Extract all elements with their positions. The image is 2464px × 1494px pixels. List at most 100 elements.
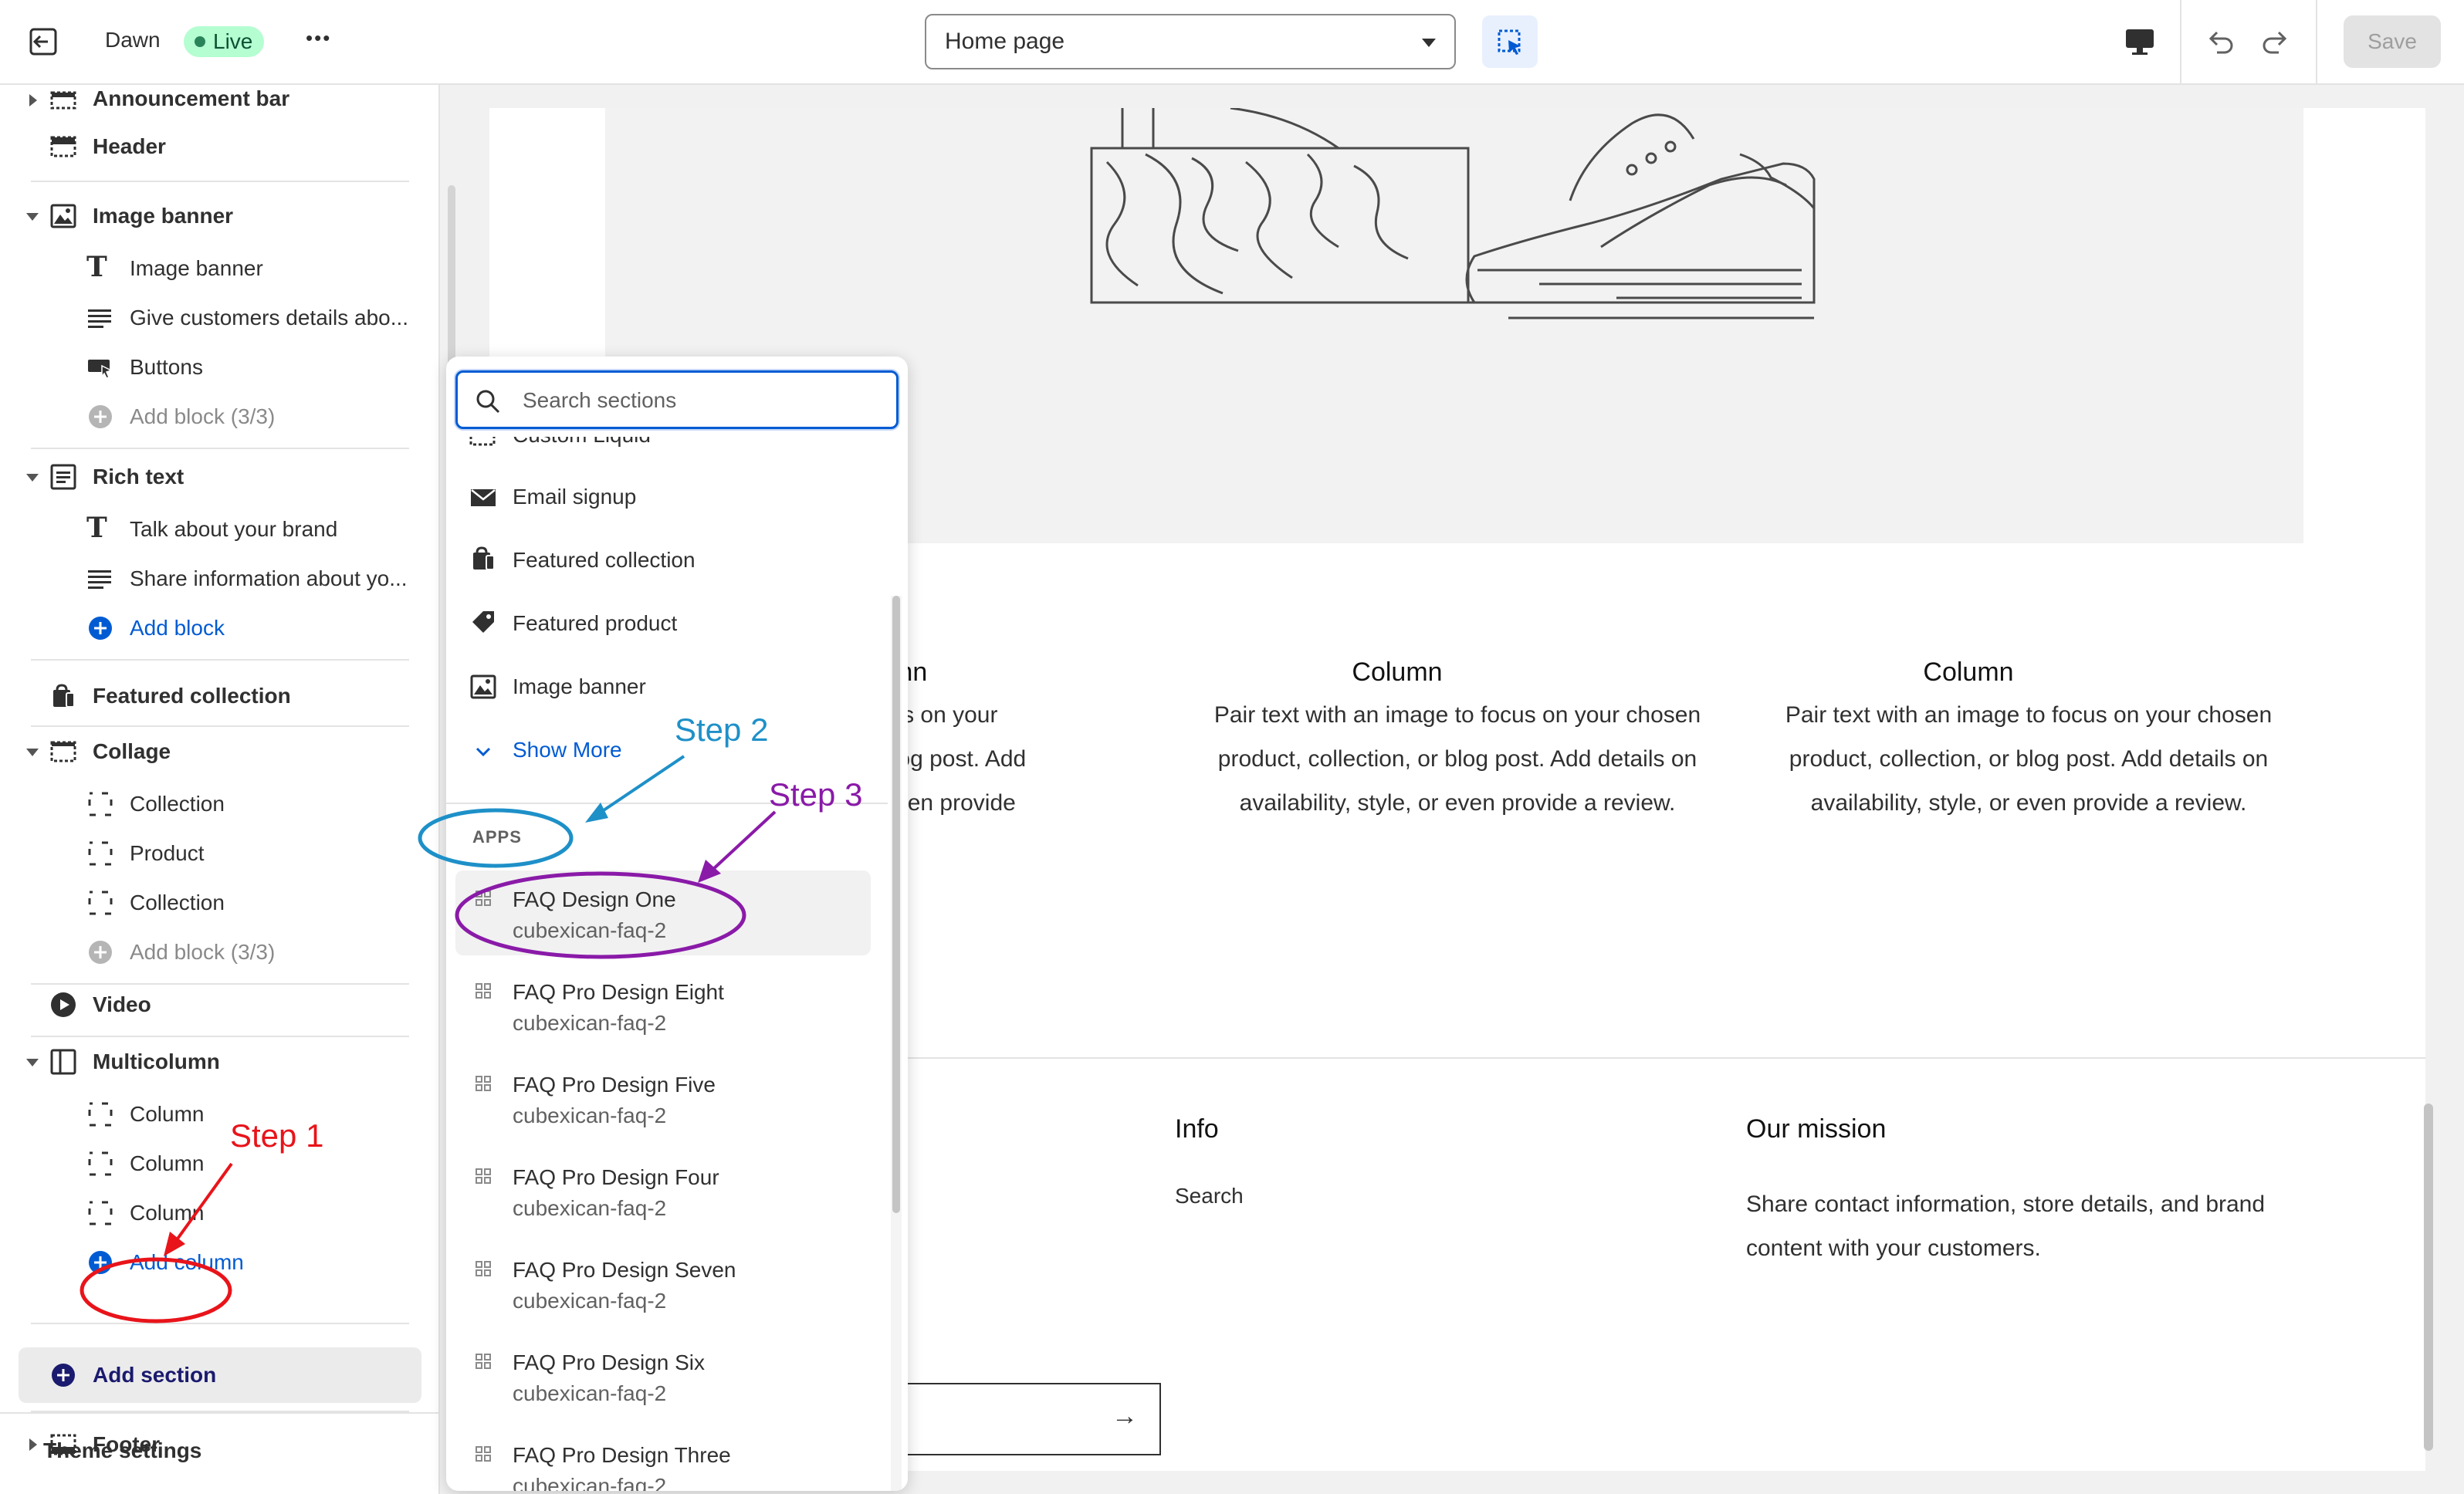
apps-heading: APPS	[472, 827, 522, 847]
app-item[interactable]: FAQ Design One cubexican-faq-2	[446, 870, 878, 955]
status-badge: Live	[184, 26, 264, 57]
block-product[interactable]: Product	[0, 830, 432, 877]
desktop-view-icon[interactable]	[2123, 25, 2157, 59]
add-block-button[interactable]: Add block (3/3)	[0, 394, 432, 440]
divider	[446, 432, 908, 437]
chevron-right-icon[interactable]	[29, 94, 37, 106]
section-featured-collection[interactable]: Featured collection	[0, 673, 432, 719]
block-image-banner[interactable]: T Image banner	[0, 245, 432, 292]
list-item-featured-product[interactable]: Featured product	[446, 599, 878, 648]
theme-name: Dawn	[105, 28, 161, 52]
app-item[interactable]: FAQ Pro Design Eight cubexican-faq-2	[446, 963, 878, 1048]
preview-scrollbar[interactable]	[2424, 1104, 2433, 1451]
list-item-custom-liquid[interactable]: Custom Liquid	[446, 434, 878, 455]
rich-text-icon	[50, 464, 76, 490]
list-item-email-signup[interactable]: Email signup	[446, 472, 878, 522]
paragraph-icon	[88, 570, 111, 589]
app-item[interactable]: FAQ Pro Design Seven cubexican-faq-2	[446, 1241, 878, 1326]
divider	[31, 1036, 409, 1037]
arrow-right-icon[interactable]: →	[1112, 1401, 1138, 1431]
envelope-icon	[471, 489, 496, 506]
page-select[interactable]: Home page	[925, 14, 1456, 69]
divider	[31, 725, 409, 727]
popover-scrollbar[interactable]	[892, 596, 900, 1213]
chevron-right-icon[interactable]	[29, 1438, 37, 1451]
chevron-down-icon[interactable]	[26, 749, 39, 756]
sections-sidebar: Announcement bar Header Image banner T I…	[0, 85, 440, 1494]
block-column[interactable]: Column	[0, 1091, 432, 1137]
undo-icon[interactable]	[2203, 25, 2237, 59]
plus-circle-icon	[89, 617, 112, 640]
block-text[interactable]: Share information about yo...	[0, 556, 432, 602]
multicolumn-icon	[50, 1049, 76, 1075]
divider	[31, 181, 409, 182]
more-actions-button[interactable]: •••	[306, 26, 331, 50]
chevron-down-icon	[476, 747, 491, 757]
tag-icon	[472, 611, 494, 633]
footer-info-heading: Info	[1175, 1114, 1219, 1144]
block-heading[interactable]: T Talk about your brand	[0, 506, 432, 553]
app-block-icon	[476, 891, 491, 906]
block-placeholder-icon	[88, 841, 113, 866]
theme-settings-link[interactable]: Theme settings	[43, 1438, 201, 1463]
plus-circle-icon	[89, 1251, 112, 1274]
section-announcement-bar[interactable]: Announcement bar	[0, 85, 432, 122]
plus-circle-icon	[52, 1364, 75, 1387]
chevron-down-icon	[1422, 39, 1436, 47]
divider	[2316, 0, 2317, 85]
add-section-label-row[interactable]: Add section	[0, 1352, 432, 1398]
list-item-image-banner[interactable]: Image banner	[446, 662, 878, 712]
step3-label: Step 3	[769, 776, 863, 813]
section-image-banner[interactable]: Image banner	[0, 193, 432, 239]
add-section-popover: Search sections Custom Liquid Email sign…	[446, 357, 908, 1491]
add-block-button[interactable]: Add block (3/3)	[0, 929, 432, 975]
collage-icon	[50, 741, 76, 762]
block-buttons[interactable]: Buttons	[0, 344, 432, 390]
list-item-featured-collection[interactable]: Featured collection	[446, 536, 878, 585]
search-input[interactable]: Search sections	[455, 370, 899, 429]
collection-icon	[53, 684, 75, 708]
section-video[interactable]: Video	[0, 982, 432, 1028]
chevron-down-icon[interactable]	[26, 474, 39, 482]
exit-icon[interactable]	[28, 26, 59, 57]
step2-label: Step 2	[675, 712, 769, 748]
shoe-illustration-icon	[1090, 108, 1816, 319]
block-collection[interactable]: Collection	[0, 880, 432, 926]
footer-mission-heading: Our mission	[1746, 1114, 1887, 1144]
redo-icon[interactable]	[2259, 25, 2293, 59]
column-heading: Column	[1352, 657, 1443, 687]
plus-circle-icon	[89, 941, 112, 964]
divider	[31, 1323, 409, 1324]
plus-circle-icon	[89, 405, 112, 428]
block-collection[interactable]: Collection	[0, 781, 432, 827]
section-rich-text[interactable]: Rich text	[0, 454, 432, 500]
top-bar: Dawn Live ••• Home page Save	[0, 0, 2464, 85]
section-multicolumn[interactable]: Multicolumn	[0, 1039, 432, 1085]
block-placeholder-icon	[88, 891, 113, 915]
app-item[interactable]: FAQ Pro Design Four cubexican-faq-2	[446, 1148, 878, 1233]
section-header[interactable]: Header	[0, 123, 432, 170]
chevron-down-icon[interactable]	[26, 213, 39, 221]
add-block-button[interactable]: Add block	[0, 605, 432, 651]
app-block-icon	[476, 1168, 491, 1184]
footer-search-link[interactable]: Search	[1175, 1184, 1244, 1208]
block-column[interactable]: Column	[0, 1190, 432, 1236]
save-button[interactable]: Save	[2344, 15, 2441, 68]
block-placeholder-icon	[88, 1201, 113, 1225]
show-more-button[interactable]: Show More	[446, 727, 678, 773]
block-column[interactable]: Column	[0, 1141, 432, 1187]
app-item[interactable]: FAQ Pro Design Five cubexican-faq-2	[446, 1056, 878, 1141]
select-element-icon	[1498, 29, 1521, 55]
chevron-down-icon[interactable]	[26, 1059, 39, 1066]
divider	[0, 1412, 440, 1414]
add-column-button[interactable]: Add column	[0, 1239, 432, 1286]
app-item[interactable]: FAQ Pro Design Three cubexican-faq-2	[446, 1426, 878, 1491]
image-icon	[470, 674, 496, 699]
paragraph-icon	[88, 309, 111, 328]
app-item[interactable]: FAQ Pro Design Six cubexican-faq-2	[446, 1333, 878, 1418]
inspector-toggle-button[interactable]	[1482, 15, 1538, 68]
search-icon	[476, 390, 500, 414]
section-collage[interactable]: Collage	[0, 728, 432, 775]
block-text[interactable]: Give customers details abo...	[0, 295, 432, 341]
step1-label: Step 1	[230, 1117, 324, 1154]
